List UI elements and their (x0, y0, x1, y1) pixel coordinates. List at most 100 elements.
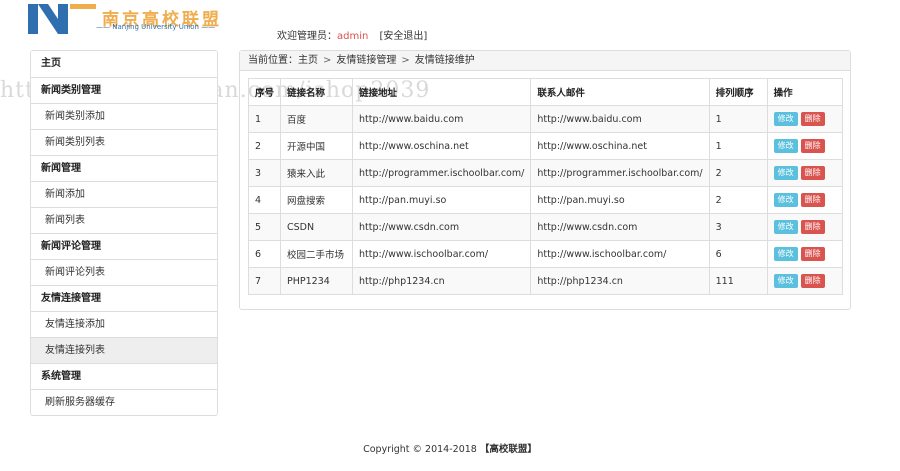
table-cell: 6 (247, 240, 282, 268)
delete-button[interactable]: 删除 (800, 274, 825, 288)
sidebar-section-header[interactable]: 友情连接管理 (31, 285, 217, 311)
delete-button[interactable]: 删除 (800, 220, 825, 234)
welcome-label: 欢迎管理员： (277, 31, 337, 42)
sidebar-item[interactable]: 新闻类别列表 (31, 129, 217, 155)
edit-button[interactable]: 修改 (773, 139, 798, 153)
table-cell: 5 (247, 213, 282, 241)
sidebar-nav: 主页 新闻类别管理 新闻类别添加 新闻类别列表 新闻管理 新闻添加 新闻列表 新闻评论管理 新闻… (30, 50, 218, 416)
actions-cell: 修改 删除 (766, 159, 844, 187)
table-cell: http://programmer.ischoolbar.com/ (352, 159, 532, 187)
actions-cell: 修改 删除 (766, 240, 844, 268)
table-cell: http://php1234.cn (530, 267, 710, 295)
sidebar-section-header[interactable]: 系统管理 (31, 363, 217, 389)
table-cell: 3 (247, 159, 282, 187)
table-cell: CSDN (280, 213, 354, 241)
actions-cell: 修改 删除 (766, 267, 844, 295)
sidebar-item[interactable]: 刷新服务器缓存 (31, 389, 217, 415)
table-cell: http://pan.muyi.so (530, 186, 710, 214)
table-cell: http://www.ischoolbar.com/ (530, 240, 710, 268)
delete-button[interactable]: 删除 (800, 139, 825, 153)
breadcrumb-item: 友情链接维护 (414, 55, 475, 66)
actions-cell: 修改 删除 (766, 186, 844, 214)
table-row: 3 猿来入此 http://programmer.ischoolbar.com/ht… (247, 159, 844, 187)
table-cell: 百度 (280, 105, 354, 133)
logo-mark-icon (28, 4, 96, 34)
delete-button[interactable]: 删除 (800, 112, 825, 126)
sidebar-section-header[interactable]: 主页 (31, 51, 217, 77)
actions-cell: 修改 删除 (766, 213, 844, 241)
delete-button[interactable]: 删除 (800, 193, 825, 207)
delete-button[interactable]: 删除 (800, 247, 825, 261)
table-cell: 3 (708, 213, 768, 241)
logout-link[interactable]: [安全退出] (380, 31, 428, 42)
table-cell: 1 (247, 105, 282, 133)
table-cell: 开源中国 (280, 132, 354, 160)
sidebar-item[interactable]: 新闻添加 (31, 181, 217, 207)
table-cell: 2 (708, 159, 768, 187)
sidebar-item[interactable]: 新闻列表 (31, 207, 217, 233)
table-row: 6 校园二手市场 http://www.ischoolbar.com/http://… (247, 240, 844, 268)
main-panel: 当前位置：主页 > 友情链接管理 > 友情链接维护 序号 链接名称 链接地址 联系人邮件 排列顺… (239, 50, 851, 310)
table-row: 5 CSDN http://www.csdn.com http://www.csdn.… (247, 213, 844, 241)
breadcrumb: 当前位置：主页 > 友情链接管理 > 友情链接维护 (240, 51, 850, 71)
footer-brand: 【高校联盟】 (479, 444, 537, 455)
table-cell: http://www.baidu.com (530, 105, 710, 133)
actions-cell: 修改 删除 (766, 132, 844, 160)
breadcrumb-separator: > (323, 55, 332, 66)
sidebar-section-header[interactable]: 新闻类别管理 (31, 77, 217, 103)
table-cell: 校园二手市场 (280, 240, 354, 268)
breadcrumb-separator: > (401, 55, 410, 66)
sidebar-section-header[interactable]: 新闻评论管理 (31, 233, 217, 259)
links-table-wrap: 序号 链接名称 链接地址 联系人邮件 排列顺序 操作 1 百度 http://www.baid… (247, 78, 844, 295)
table-header-row: 序号 链接名称 链接地址 联系人邮件 排列顺序 操作 (247, 78, 844, 106)
welcome-bar: 欢迎管理员：admin [安全退出] (277, 27, 427, 42)
table-cell: 1 (708, 105, 768, 133)
table-cell: http://www.csdn.com (352, 213, 532, 241)
admin-name: admin (337, 31, 369, 42)
edit-button[interactable]: 修改 (773, 112, 798, 126)
table-row: 2 开源中国 http://www.oschina.net http://www.os… (247, 132, 844, 160)
column-header: 链接名称 (280, 78, 354, 106)
edit-button[interactable]: 修改 (773, 247, 798, 261)
logo-subtitle: —— Nanjing University Union —— (96, 23, 216, 31)
column-header: 序号 (247, 78, 282, 106)
breadcrumb-prefix: 当前位置： (248, 55, 298, 66)
table-cell: 网盘搜索 (280, 186, 354, 214)
table-row: 4 网盘搜索 http://pan.muyi.so http://pan.muyi.s… (247, 186, 844, 214)
edit-button[interactable]: 修改 (773, 274, 798, 288)
table-cell: http://programmer.ischoolbar.com/ (530, 159, 710, 187)
breadcrumb-item[interactable]: 主页 (298, 55, 318, 66)
column-header: 操作 (766, 78, 844, 106)
table-cell: 2 (247, 132, 282, 160)
sidebar-item[interactable]: 友情连接添加 (31, 311, 217, 337)
edit-button[interactable]: 修改 (773, 220, 798, 234)
table-cell: 6 (708, 240, 768, 268)
table-cell: http://www.baidu.com (352, 105, 532, 133)
table-cell: 7 (247, 267, 282, 295)
table-cell: 猿来入此 (280, 159, 354, 187)
table-row: 1 百度 http://www.baidu.com http://www.baidu.… (247, 105, 844, 133)
table-row: 7 PHP1234 http://php1234.cn http://php1234.… (247, 267, 844, 295)
table-cell: http://www.csdn.com (530, 213, 710, 241)
sidebar-item[interactable]: 友情连接列表 (31, 337, 217, 363)
delete-button[interactable]: 删除 (800, 166, 825, 180)
table-cell: http://www.oschina.net (530, 132, 710, 160)
table-cell: 1 (708, 132, 768, 160)
column-header: 链接地址 (352, 78, 532, 106)
edit-button[interactable]: 修改 (773, 166, 798, 180)
table-cell: http://www.ischoolbar.com/ (352, 240, 532, 268)
breadcrumb-item[interactable]: 友情链接管理 (336, 55, 396, 66)
sidebar-item[interactable]: 新闻评论列表 (31, 259, 217, 285)
column-header: 联系人邮件 (530, 78, 710, 106)
table-cell: 2 (708, 186, 768, 214)
sidebar-item[interactable]: 新闻类别添加 (31, 103, 217, 129)
actions-cell: 修改 删除 (766, 105, 844, 133)
edit-button[interactable]: 修改 (773, 193, 798, 207)
copyright-text: Copyright © 2014-2018 (363, 444, 477, 455)
table-cell: http://php1234.cn (352, 267, 532, 295)
links-table: 序号 链接名称 链接地址 联系人邮件 排列顺序 操作 1 百度 http://www.baid… (247, 78, 844, 295)
table-cell: PHP1234 (280, 267, 354, 295)
logo: 南京高校联盟 —— Nanjing University Union —— (28, 4, 286, 34)
sidebar-section-header[interactable]: 新闻管理 (31, 155, 217, 181)
footer: Copyright © 2014-2018 【高校联盟】 (0, 441, 900, 455)
